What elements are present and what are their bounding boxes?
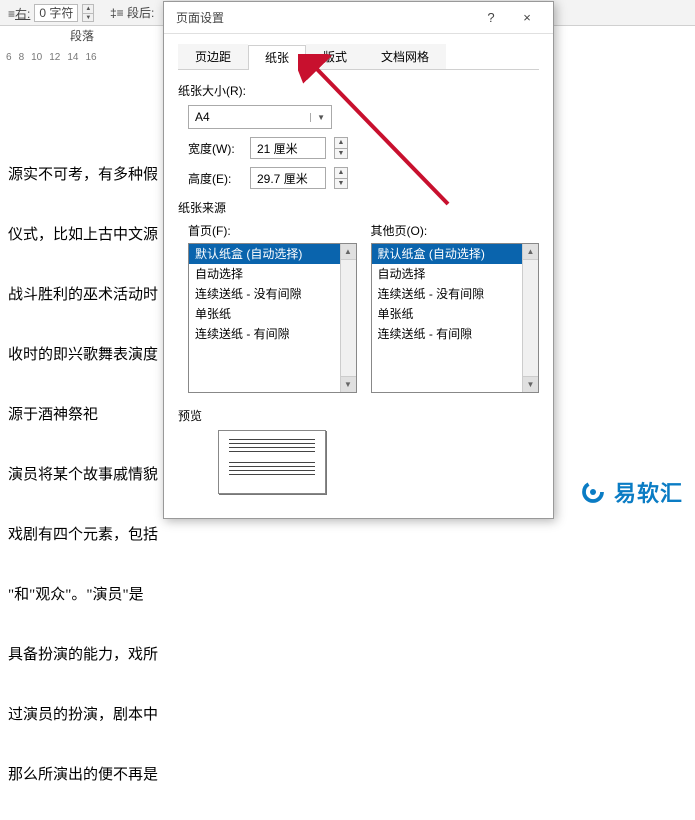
- scrollbar[interactable]: ▲▼: [340, 244, 356, 392]
- chevron-down-icon: ▼: [310, 113, 325, 122]
- tab-margins[interactable]: 页边距: [178, 44, 248, 69]
- watermark: 易软汇: [578, 476, 683, 508]
- other-pages-listbox[interactable]: 默认纸盒 (自动选择) 自动选择 连续送纸 - 没有间隙 单张纸 连续送纸 - …: [371, 243, 540, 393]
- height-input[interactable]: 29.7 厘米: [250, 167, 326, 189]
- ribbon-group-label: 段落: [70, 27, 94, 44]
- after-spacing-label: 段后:: [127, 6, 154, 20]
- list-item[interactable]: 默认纸盒 (自动选择): [372, 244, 523, 264]
- list-item[interactable]: 默认纸盒 (自动选择): [189, 244, 340, 264]
- paper-source-legend: 纸张来源: [178, 199, 539, 216]
- page-setup-dialog: 页面设置 ? × 页边距 纸张 版式 文档网格 纸张大小(R): A4 ▼ 宽度…: [163, 1, 554, 519]
- list-item[interactable]: 连续送纸 - 没有间隙: [372, 284, 523, 304]
- preview-page-icon: [218, 430, 326, 494]
- width-spinner[interactable]: ▲▼: [334, 137, 348, 159]
- list-item[interactable]: 连续送纸 - 没有间隙: [189, 284, 340, 304]
- tab-layout[interactable]: 版式: [306, 44, 364, 69]
- list-item[interactable]: 单张纸: [372, 304, 523, 324]
- paper-size-select[interactable]: A4 ▼: [188, 105, 332, 129]
- logo-icon: [578, 477, 608, 507]
- tab-paper[interactable]: 纸张: [248, 45, 306, 70]
- right-indent-spinner[interactable]: ▲▼: [82, 4, 94, 22]
- width-label: 宽度(W):: [188, 140, 242, 157]
- dialog-tabs: 页边距 纸张 版式 文档网格: [178, 44, 539, 70]
- right-indent-label: 右:: [15, 7, 30, 21]
- list-item[interactable]: 连续送纸 - 有间隙: [189, 324, 340, 344]
- paper-size-label: 纸张大小(R):: [178, 82, 539, 99]
- list-item[interactable]: 自动选择: [189, 264, 340, 284]
- other-pages-label: 其他页(O):: [371, 222, 540, 239]
- list-item[interactable]: 自动选择: [372, 264, 523, 284]
- height-spinner[interactable]: ▲▼: [334, 167, 348, 189]
- dialog-titlebar[interactable]: 页面设置 ? ×: [164, 2, 553, 34]
- height-label: 高度(E):: [188, 170, 242, 187]
- scrollbar[interactable]: ▲▼: [522, 244, 538, 392]
- close-button[interactable]: ×: [509, 3, 545, 33]
- help-button[interactable]: ?: [473, 3, 509, 33]
- list-item[interactable]: 单张纸: [189, 304, 340, 324]
- first-page-label: 首页(F):: [188, 222, 357, 239]
- tab-grid[interactable]: 文档网格: [364, 44, 446, 69]
- preview-label: 预览: [178, 407, 539, 424]
- list-item[interactable]: 连续送纸 - 有间隙: [372, 324, 523, 344]
- width-input[interactable]: 21 厘米: [250, 137, 326, 159]
- ruler: 6810121416: [6, 52, 104, 63]
- first-page-listbox[interactable]: 默认纸盒 (自动选择) 自动选择 连续送纸 - 没有间隙 单张纸 连续送纸 - …: [188, 243, 357, 393]
- right-indent-value[interactable]: 0 字符: [34, 4, 78, 22]
- dialog-title: 页面设置: [176, 9, 473, 26]
